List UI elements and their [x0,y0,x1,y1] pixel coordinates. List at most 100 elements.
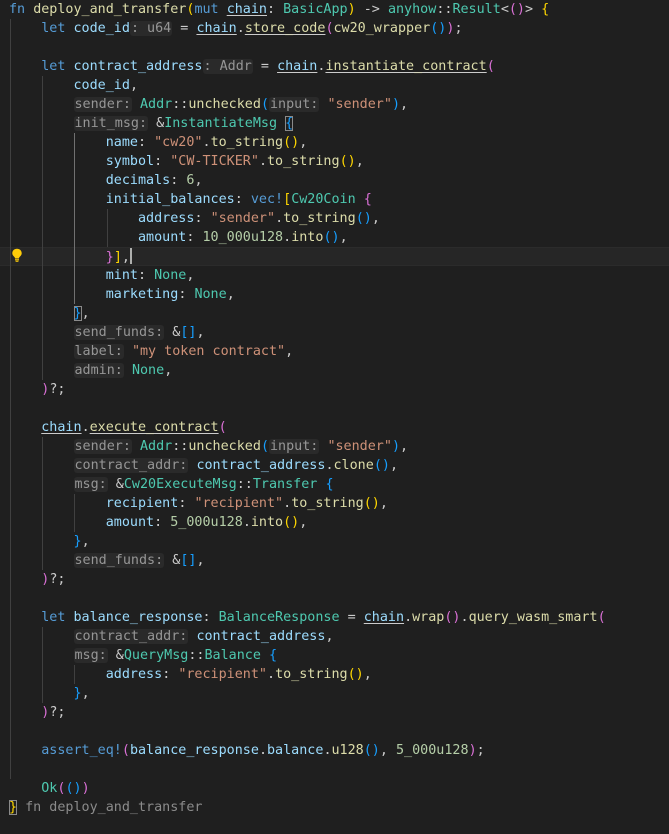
code-line[interactable]: }], [0,247,669,266]
code-line[interactable]: fn deploy_and_transfer(mut chain: BasicA… [0,0,669,19]
code-text: symbol: "CW-TICKER".to_string(), [9,152,364,171]
code-line[interactable]: name: "cw20".to_string(), [0,133,669,152]
code-line[interactable]: assert_eq!(balance_response.balance.u128… [0,741,669,760]
code-token: unchecked [188,439,261,454]
code-token: () [430,21,447,36]
code-line[interactable]: )?; [0,380,669,399]
code-line[interactable]: }, [0,304,669,323]
code-token: None [194,287,227,302]
code-token: BalanceResponse [218,610,340,625]
code-token: Transfer [252,477,318,492]
code-token: init_msg: [73,116,149,131]
code-text: amount: 10_000u128.into(), [9,228,348,247]
code-token: mut [194,2,219,17]
code-line[interactable]: init_msg: &InstantiateMsg { [0,114,669,133]
code-text: }, [9,532,90,551]
code-line[interactable]: }, [0,684,669,703]
code-token: () [323,230,340,245]
code-line[interactable]: amount: 5_000u128.into(), [0,513,669,532]
code-token: clone [333,458,374,473]
code-token: :: [436,2,453,17]
code-line[interactable]: marketing: None, [0,285,669,304]
code-editor[interactable]: fn deploy_and_transfer (mut chain: BasicA… [0,0,669,834]
code-line[interactable] [0,399,669,418]
indent-guide [42,437,44,570]
code-line[interactable]: let balance_response: BalanceResponse = … [0,608,669,627]
code-token: deploy_and_transfer [33,2,187,17]
code-line[interactable]: recipient: "recipient".to_string(), [0,494,669,513]
code-line[interactable] [0,722,669,741]
code-line[interactable] [0,589,669,608]
code-line[interactable]: address: "sender".to_string(), [0,209,669,228]
code-line[interactable]: code_id, [0,76,669,95]
code-token: & [164,325,181,340]
code-line[interactable]: mint: None, [0,266,669,285]
code-token: ) [347,2,356,17]
code-token: () [347,667,364,682]
code-line[interactable]: } fn deploy_and_transfer [0,798,669,817]
code-line[interactable]: Ok(()) [0,779,669,798]
code-token: . [275,211,284,226]
code-token: InstantiateMsg [164,116,278,131]
code-line[interactable]: amount: 10_000u128.into(), [0,228,669,247]
code-token: : [267,2,284,17]
code-token: chain [196,21,237,36]
code-line[interactable]: sender: Addr::unchecked(input: "sender")… [0,95,669,114]
code-token: , [226,287,235,302]
code-token: : [154,154,171,169]
code-line[interactable] [0,38,669,57]
code-line[interactable]: contract_addr: contract_address, [0,627,669,646]
code-token: () [363,496,380,511]
code-line[interactable]: address: "recipient".to_string(), [0,665,669,684]
code-token: . [242,515,251,530]
code-text: let contract_address: Addr = chain.insta… [9,57,495,76]
code-line[interactable]: admin: None, [0,361,669,380]
code-line[interactable]: label: "my token contract", [0,342,669,361]
code-token: ?; [49,705,66,720]
code-line[interactable]: contract_addr: contract_address.clone(), [0,456,669,475]
code-token: () [355,211,372,226]
code-token: () [363,743,380,758]
code-token: input: [269,97,320,112]
code-token: Ok [41,781,58,796]
code-line[interactable]: decimals: 6, [0,171,669,190]
code-token: ; [476,743,485,758]
code-line[interactable]: }, [0,532,669,551]
code-line[interactable]: msg: &QueryMsg::Balance { [0,646,669,665]
code-line[interactable]: send_funds: &[], [0,323,669,342]
code-line[interactable]: send_funds: &[], [0,551,669,570]
code-line[interactable]: )?; [0,703,669,722]
code-token: let [41,21,66,36]
code-token: ( [218,420,227,435]
code-token: { [269,648,278,663]
code-token: [] [180,325,197,340]
code-text: decimals: 6, [9,171,203,190]
code-line[interactable]: sender: Addr::unchecked(input: "sender")… [0,437,669,456]
code-line[interactable]: msg: &Cw20ExecuteMsg::Transfer { [0,475,669,494]
code-line[interactable] [0,760,669,779]
code-token: "recipient" [178,667,267,682]
code-token: : u64 [129,21,173,36]
code-line[interactable]: let contract_address: Addr = chain.insta… [0,57,669,76]
code-token: . [267,667,276,682]
code-line[interactable]: initial_balances: vec![Cw20Coin { [0,190,669,209]
code-text: mint: None, [9,266,195,285]
code-text: contract_addr: contract_address.clone(), [9,456,398,475]
code-line[interactable]: let code_id: u64 = chain.store_code(cw20… [0,19,669,38]
code-text: }], [9,248,132,266]
code-token: , [299,135,308,150]
code-token: execute_contract [89,420,219,435]
code-line[interactable]: )?; [0,570,669,589]
code-token: , [81,306,90,321]
code-line[interactable]: symbol: "CW-TICKER".to_string(), [0,152,669,171]
code-line[interactable]: chain.execute_contract( [0,418,669,437]
indent-guide [42,627,44,703]
